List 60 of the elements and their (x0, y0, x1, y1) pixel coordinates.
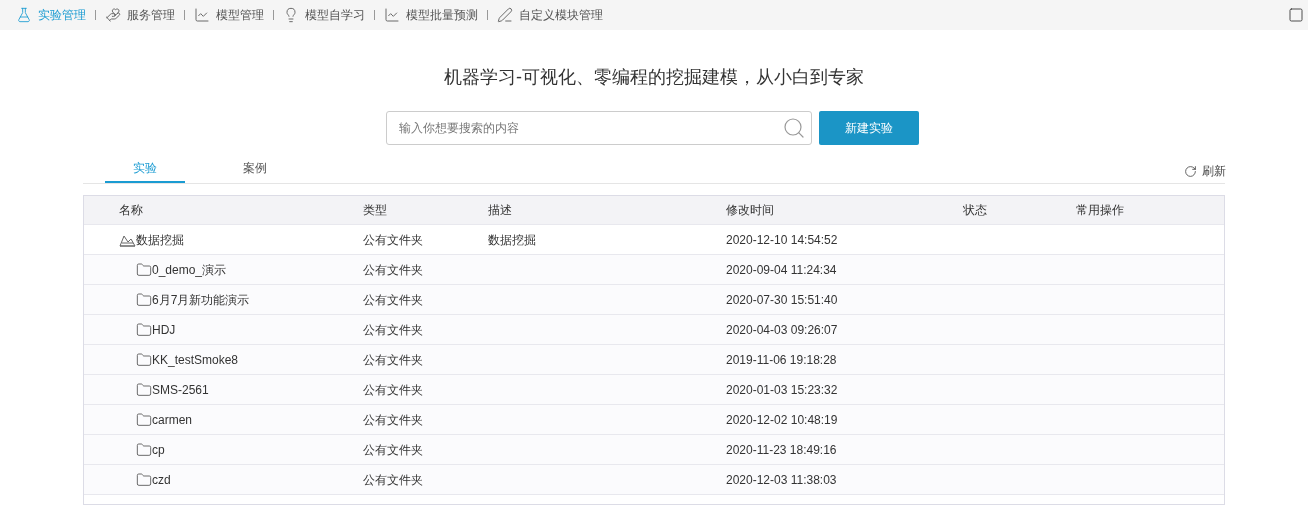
name-cell[interactable]: carmen (152, 410, 192, 429)
name-cell[interactable]: HDJ (152, 320, 176, 339)
name-cell[interactable]: SMS-2561 (152, 380, 209, 399)
type-cell-text: 公有文件夹 (363, 441, 424, 459)
type-cell-text: 公有文件夹 (363, 261, 424, 279)
line-chart-icon (384, 7, 400, 23)
name-cell[interactable]: 数据挖掘 (136, 230, 184, 249)
pen-icon (497, 7, 513, 23)
modified-time-cell-text: 2020-12-03 11:38:03 (726, 471, 838, 489)
folder-icon (136, 321, 152, 338)
nav-tab[interactable]: 模型管理 (194, 6, 264, 24)
column-header: 名称 (119, 202, 144, 219)
lightbulb-icon (283, 7, 299, 23)
type-cell-text: 公有文件夹 (363, 411, 424, 429)
modified-time-cell-text: 2019-11-06 19:18:28 (726, 351, 838, 369)
refresh-icon (1184, 164, 1197, 178)
nav-tab[interactable]: 模型批量预测 (384, 6, 478, 24)
name-cell[interactable]: czd (152, 470, 171, 489)
folder-icon (136, 471, 152, 488)
name-cell[interactable]: 0_demo_演示 (152, 260, 227, 279)
tab[interactable]: 案例 (215, 155, 295, 183)
type-cell-text: 公有文件夹 (363, 321, 424, 339)
modified-time-cell-text: 2020-04-03 09:26:07 (726, 321, 839, 339)
type-cell-text: 公有文件夹 (363, 381, 424, 399)
refresh-button[interactable]: 刷新 (1184, 162, 1226, 180)
line-chart-icon (194, 7, 210, 23)
column-header: 修改时间 (726, 202, 775, 219)
flask-icon (16, 7, 32, 23)
modified-time-cell-text: 2020-12-10 14:54:52 (726, 231, 839, 249)
folder-icon (136, 381, 152, 398)
folder-icon (136, 351, 152, 368)
column-header: 状态 (963, 202, 988, 219)
name-cell[interactable]: 6月7月新功能演示 (152, 290, 250, 309)
nav-tab[interactable]: 服务管理 (105, 6, 175, 24)
folder-icon (136, 261, 152, 278)
name-cell[interactable]: KK_testSmoke8 (152, 350, 239, 369)
search-field[interactable]: 输入你想要搜索的内容 (386, 111, 812, 145)
hand-icon (105, 7, 121, 23)
modified-time-cell-text: 2020-01-03 15:23:32 (726, 381, 839, 399)
name-cell[interactable]: cp (152, 440, 165, 459)
column-header: 常用操作 (1076, 202, 1125, 219)
column-header: 描述 (488, 202, 513, 219)
modified-time-cell-text: 2020-09-04 11:24:34 (726, 261, 838, 279)
modified-time-cell-text: 2020-07-30 15:51:40 (726, 291, 839, 309)
column-header: 类型 (363, 202, 388, 219)
nav-tab[interactable]: 自定义模块管理 (497, 6, 603, 24)
type-cell-text: 公有文件夹 (363, 231, 424, 249)
search-icon[interactable] (782, 116, 806, 140)
type-cell-text: 公有文件夹 (363, 471, 424, 489)
modified-time-cell-text: 2020-11-23 18:49:16 (726, 441, 838, 459)
type-cell-text: 公有文件夹 (363, 291, 424, 309)
type-cell-text: 公有文件夹 (363, 351, 424, 369)
folder-icon (136, 291, 152, 308)
nav-tab[interactable]: 模型自学习 (283, 6, 365, 24)
description-cell: 数据挖掘 (488, 232, 536, 247)
maximize-icon[interactable] (1288, 7, 1304, 23)
folder-icon (136, 441, 152, 458)
modified-time-cell-text: 2020-12-02 10:48:19 (726, 411, 839, 429)
headline: 机器学习-可视化、零编程的挖掘建模，从小白到专家 (444, 66, 864, 89)
folder-icon (136, 411, 152, 428)
